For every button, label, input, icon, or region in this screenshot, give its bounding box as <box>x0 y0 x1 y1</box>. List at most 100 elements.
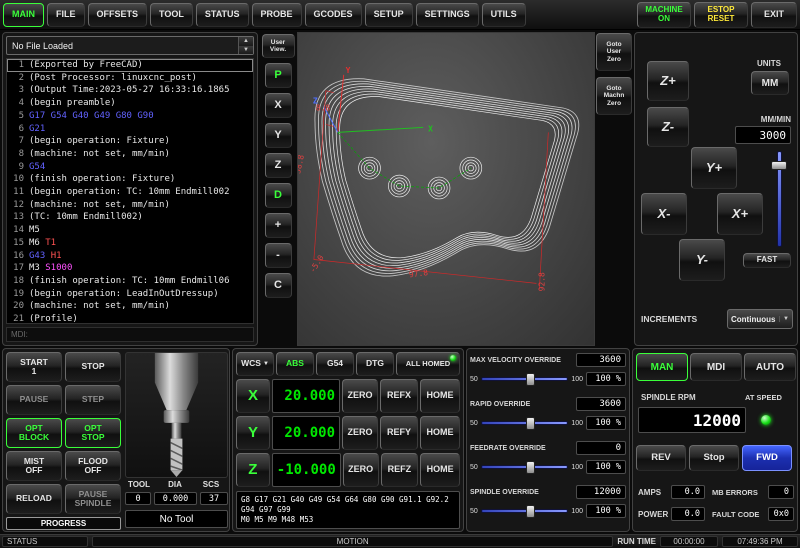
gcode-line[interactable]: 9G54 <box>7 161 253 174</box>
view-d-button[interactable]: D <box>265 183 292 208</box>
pause-button[interactable]: PAUSE <box>6 385 62 415</box>
spindle-stop-button[interactable]: Stop <box>689 445 739 471</box>
goto-machine-zero-button[interactable]: Goto Machn Zero <box>596 77 632 115</box>
tab-probe[interactable]: PROBE <box>252 3 302 27</box>
gcode-line[interactable]: 2(Post Processor: linuxcnc_post) <box>7 72 253 85</box>
view-x-button[interactable]: X <box>265 93 292 118</box>
dtg-button[interactable]: DTG <box>356 352 394 376</box>
gcode-line[interactable]: 3(Output Time:2023-05-27 16:33:16.1865 <box>7 84 253 97</box>
gcode-line[interactable]: 4(begin preamble) <box>7 97 253 110</box>
gcode-line[interactable]: 19(begin operation: LeadInOutDressup) <box>7 288 253 301</box>
auto-mode-button[interactable]: AUTO <box>744 353 796 381</box>
zero-z-button[interactable]: ZERO <box>343 453 379 487</box>
zoom-out-button[interactable]: - <box>265 243 292 268</box>
gcode-line[interactable]: 7(begin operation: Fixture) <box>7 135 253 148</box>
max-velocity-slider[interactable] <box>481 373 569 386</box>
tab-status[interactable]: STATUS <box>196 3 249 27</box>
tab-main[interactable]: MAIN <box>3 3 44 27</box>
home-y-button[interactable]: HOME <box>420 416 460 450</box>
gcode-line[interactable]: 17M3 S1000 <box>7 262 253 275</box>
mist-button[interactable]: MIST OFF <box>6 451 62 481</box>
fast-button[interactable]: FAST <box>743 253 791 268</box>
jog-z-minus-button[interactable]: Z- <box>647 107 689 147</box>
gcode-line[interactable]: 15M6 T1 <box>7 237 253 250</box>
gcode-line[interactable]: 8(machine: not set, mm/min) <box>7 148 253 161</box>
zero-x-button[interactable]: ZERO <box>342 379 378 413</box>
zoom-in-button[interactable]: + <box>265 213 292 238</box>
home-x-button[interactable]: HOME <box>420 379 460 413</box>
clear-plot-button[interactable]: C <box>265 273 292 298</box>
toolpath-viewport[interactable]: Y X Z 8.8 58.8 -5.0 97.8 92.8 <box>297 32 595 346</box>
user-view-button[interactable]: User View. <box>262 34 295 58</box>
gcode-line[interactable]: 12(machine: not set, mm/min) <box>7 199 253 212</box>
gcode-line[interactable]: 20(machine: not set, mm/min) <box>7 300 253 313</box>
spindle-rev-button[interactable]: REV <box>636 445 686 471</box>
flood-button[interactable]: FLOOD OFF <box>65 451 121 481</box>
pause-spindle-button[interactable]: PAUSE SPINDLE <box>65 484 121 514</box>
reload-button[interactable]: RELOAD <box>6 484 62 514</box>
jog-y-plus-button[interactable]: Y+ <box>691 147 737 189</box>
ref-z-button[interactable]: REFZ <box>381 453 419 487</box>
gcode-line[interactable]: 10(finish operation: Fixture) <box>7 173 253 186</box>
ref-y-button[interactable]: REFY <box>380 416 418 450</box>
opt-block-button[interactable]: OPT BLOCK <box>6 418 62 448</box>
gcode-line[interactable]: 5G17 G54 G40 G49 G80 G90 <box>7 110 253 123</box>
axis-x-button[interactable]: X <box>236 379 270 413</box>
loaded-file-combo[interactable]: No File Loaded ▲ ▼ <box>6 36 254 55</box>
rapid-slider[interactable] <box>481 417 569 430</box>
view-p-button[interactable]: P <box>265 63 292 88</box>
scroll-up-icon[interactable]: ▲ <box>239 37 253 46</box>
view-y-button[interactable]: Y <box>265 123 292 148</box>
goto-user-zero-button[interactable]: Goto User Zero <box>596 33 632 71</box>
gcode-line[interactable]: 16G43 H1 <box>7 250 253 263</box>
jog-speed-slider[interactable] <box>769 151 789 247</box>
slider-handle[interactable] <box>526 373 535 386</box>
exit-button[interactable]: EXIT <box>751 2 797 28</box>
axis-y-button[interactable]: Y <box>236 416 270 450</box>
slider-handle[interactable] <box>526 417 535 430</box>
jog-y-minus-button[interactable]: Y- <box>679 239 725 281</box>
spindle-slider[interactable] <box>481 505 569 518</box>
gcode-listing[interactable]: 1(Exported by FreeCAD)2(Post Processor: … <box>6 58 254 324</box>
gcode-line[interactable]: 11(begin operation: TC: 10mm Endmill002 <box>7 186 253 199</box>
increments-dropdown[interactable]: Continuous ▼ <box>727 309 793 329</box>
gcode-line[interactable]: 13(TC: 10mm Endmill002) <box>7 211 253 224</box>
scroll-down-icon[interactable]: ▼ <box>239 46 253 55</box>
cycle-start-button[interactable]: START 1 <box>6 352 62 382</box>
step-button[interactable]: STEP <box>65 385 121 415</box>
machine-on-button[interactable]: MACHINE ON <box>637 2 691 28</box>
tab-setup[interactable]: SETUP <box>365 3 413 27</box>
jog-z-plus-button[interactable]: Z+ <box>647 61 689 101</box>
tab-offsets[interactable]: OFFSETS <box>88 3 148 27</box>
axis-z-button[interactable]: Z <box>236 453 270 487</box>
slider-handle[interactable] <box>526 461 535 474</box>
mdi-mode-button[interactable]: MDI <box>690 353 742 381</box>
tab-file[interactable]: FILE <box>47 3 85 27</box>
stop-button[interactable]: STOP <box>65 352 121 382</box>
tab-tool[interactable]: TOOL <box>150 3 193 27</box>
gcode-line[interactable]: 6G21 <box>7 123 253 136</box>
slider-handle[interactable] <box>771 161 787 170</box>
mdi-input[interactable]: MDI: <box>6 327 254 342</box>
tab-settings[interactable]: SETTINGS <box>416 3 479 27</box>
gcode-line[interactable]: 18(finish operation: TC: 10mm Endmill06 <box>7 275 253 288</box>
units-mm-button[interactable]: MM <box>751 71 789 95</box>
opt-stop-button[interactable]: OPT STOP <box>65 418 121 448</box>
wcs-dropdown-button[interactable]: WCS▼ <box>236 352 274 376</box>
home-z-button[interactable]: HOME <box>420 453 460 487</box>
jog-x-minus-button[interactable]: X- <box>641 193 687 235</box>
estop-reset-button[interactable]: ESTOP RESET <box>694 2 748 28</box>
gcode-line[interactable]: 14M5 <box>7 224 253 237</box>
tab-utils[interactable]: UTILS <box>482 3 526 27</box>
jog-x-plus-button[interactable]: X+ <box>717 193 763 235</box>
feedrate-slider[interactable] <box>481 461 569 474</box>
ref-x-button[interactable]: REFX <box>380 379 418 413</box>
spindle-fwd-button[interactable]: FWD <box>742 445 792 471</box>
slider-handle[interactable] <box>526 505 535 518</box>
all-homed-button[interactable]: ALL HOMED <box>396 352 460 376</box>
tab-gcodes[interactable]: GCODES <box>305 3 362 27</box>
g54-button[interactable]: G54 <box>316 352 354 376</box>
gcode-line[interactable]: 1(Exported by FreeCAD) <box>7 59 253 72</box>
man-mode-button[interactable]: MAN <box>636 353 688 381</box>
gcode-line[interactable]: 21(Profile) <box>7 313 253 324</box>
